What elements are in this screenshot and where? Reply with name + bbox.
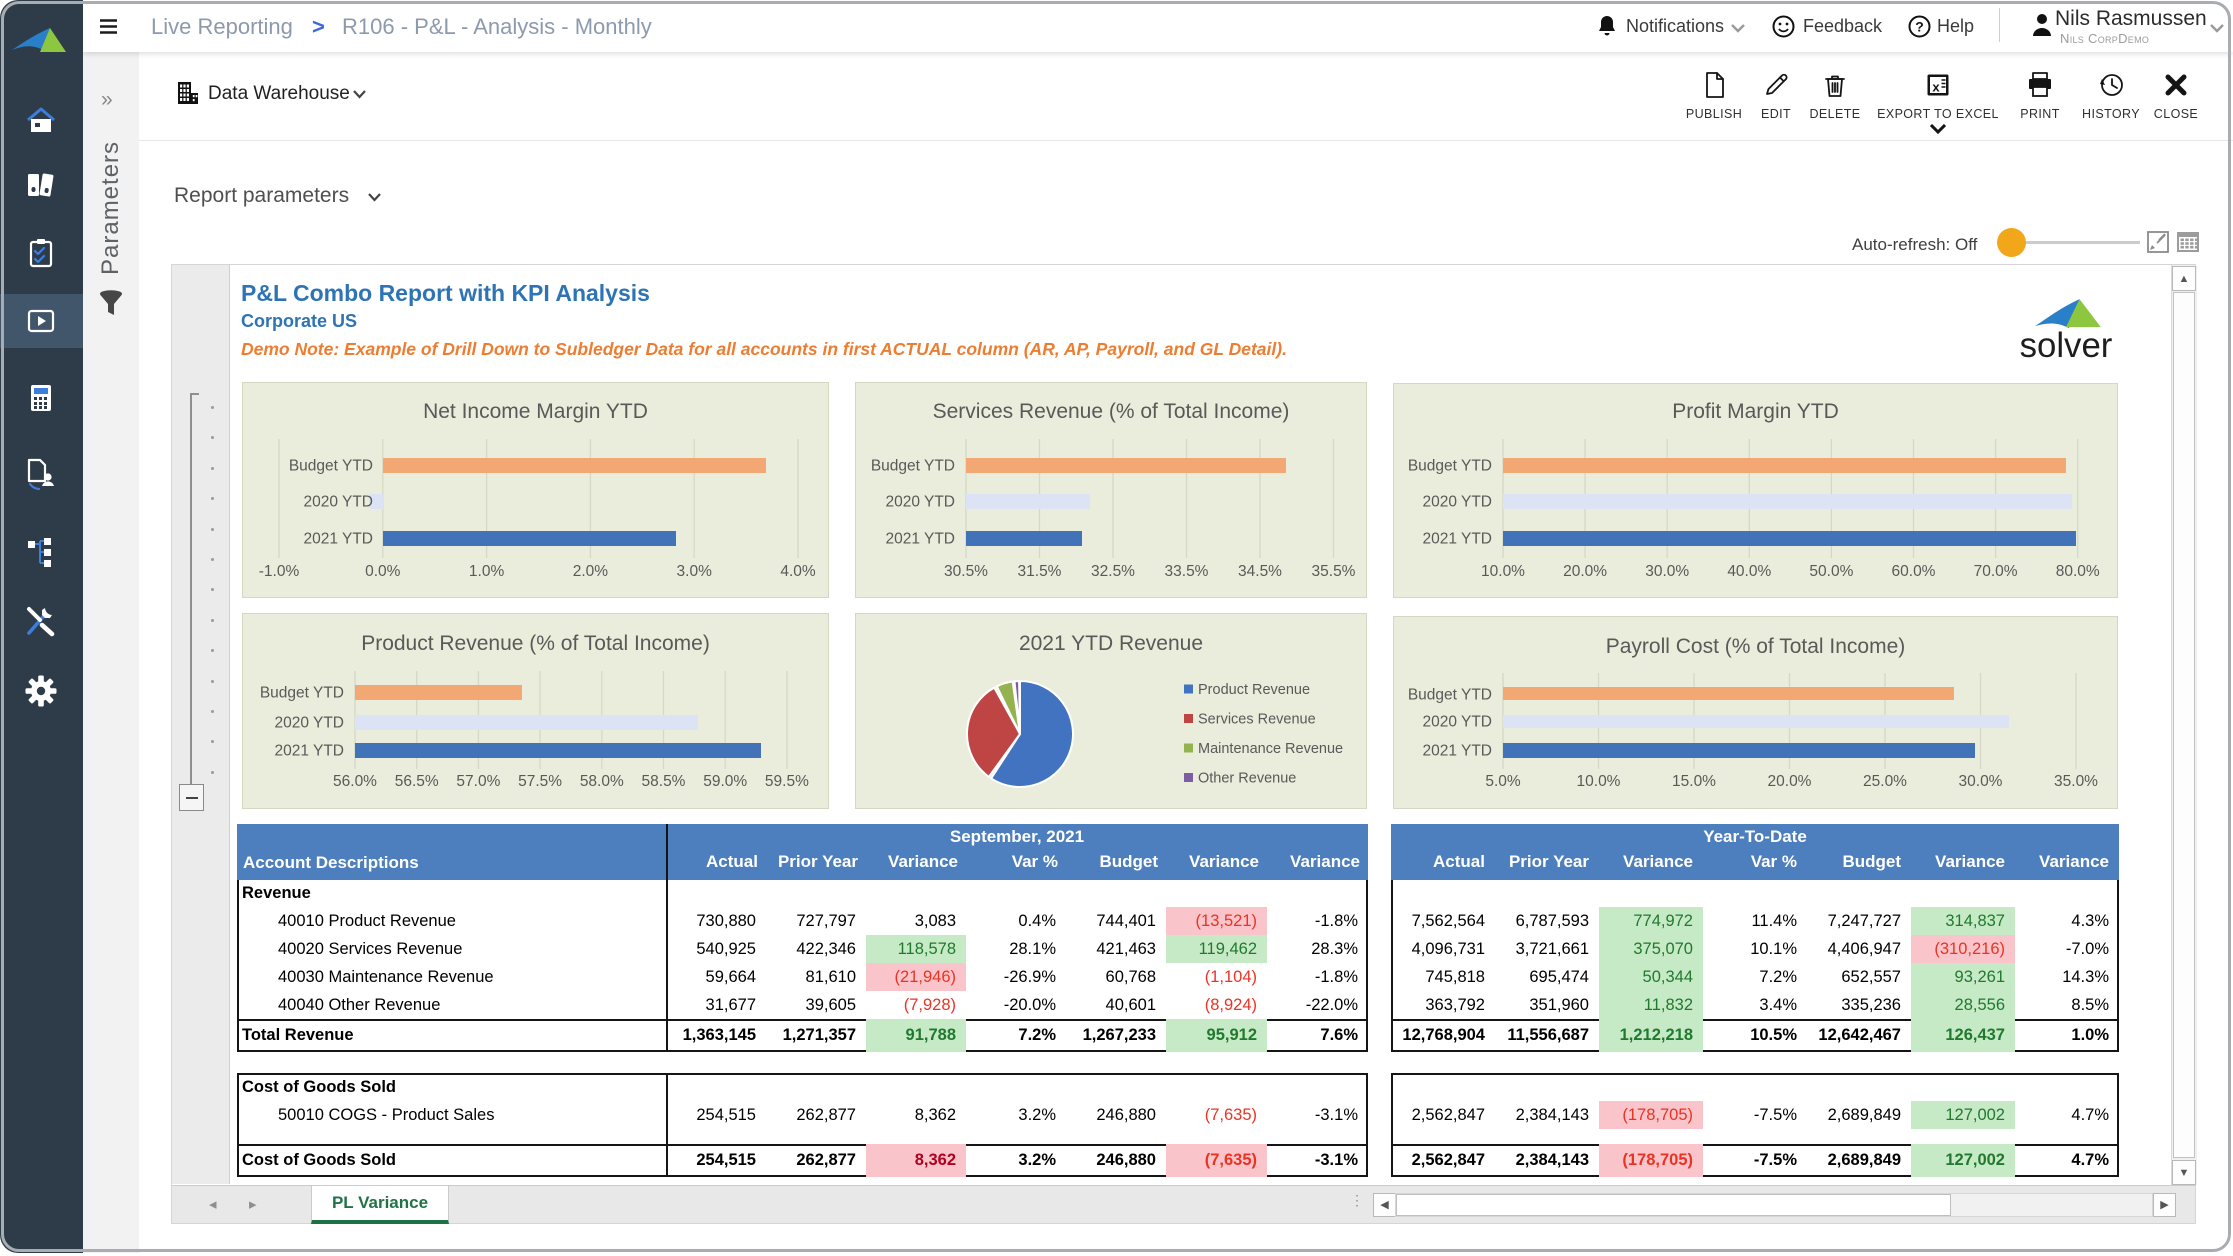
svg-text:2021 YTD: 2021 YTD bbox=[1422, 743, 1492, 760]
svg-text:31.5%: 31.5% bbox=[1018, 563, 1062, 580]
svg-text:2020 YTD: 2020 YTD bbox=[274, 715, 344, 732]
svg-text:Maintenance Revenue: Maintenance Revenue bbox=[1198, 741, 1343, 757]
svg-text:-1.0%: -1.0% bbox=[259, 563, 300, 580]
svg-text:2020 YTD: 2020 YTD bbox=[1422, 714, 1492, 731]
svg-text:solver: solver bbox=[2020, 326, 2113, 365]
svg-text:Budget YTD: Budget YTD bbox=[1408, 458, 1492, 475]
svg-text:2021 YTD: 2021 YTD bbox=[1422, 531, 1492, 548]
svg-text:30.0%: 30.0% bbox=[1959, 773, 2003, 790]
svg-text:33.5%: 33.5% bbox=[1165, 563, 1209, 580]
svg-text:4.0%: 4.0% bbox=[780, 563, 816, 580]
svg-text:58.0%: 58.0% bbox=[580, 773, 624, 790]
svg-text:56.5%: 56.5% bbox=[395, 773, 439, 790]
svg-text:?: ? bbox=[1915, 19, 1924, 35]
svg-text:60.0%: 60.0% bbox=[1892, 563, 1936, 580]
svg-text:40.0%: 40.0% bbox=[1727, 563, 1771, 580]
svg-text:2021 YTD: 2021 YTD bbox=[885, 531, 955, 548]
svg-text:5.0%: 5.0% bbox=[1485, 773, 1521, 790]
svg-text:x: x bbox=[1932, 80, 1940, 95]
svg-text:70.0%: 70.0% bbox=[1974, 563, 2018, 580]
svg-text:0.0%: 0.0% bbox=[365, 563, 401, 580]
svg-text:35.5%: 35.5% bbox=[1312, 563, 1356, 580]
svg-text:10.0%: 10.0% bbox=[1577, 773, 1621, 790]
svg-text:Services Revenue: Services Revenue bbox=[1198, 712, 1316, 728]
svg-text:Budget YTD: Budget YTD bbox=[260, 685, 344, 702]
svg-text:Other Revenue: Other Revenue bbox=[1198, 771, 1296, 787]
svg-text:2021 YTD: 2021 YTD bbox=[274, 743, 344, 760]
svg-text:1.0%: 1.0% bbox=[469, 563, 505, 580]
svg-text:Net Income Margin YTD: Net Income Margin YTD bbox=[423, 400, 648, 423]
svg-text:59.5%: 59.5% bbox=[765, 773, 809, 790]
svg-text:30.5%: 30.5% bbox=[944, 563, 988, 580]
svg-text:Budget YTD: Budget YTD bbox=[1408, 687, 1492, 704]
svg-text:2.0%: 2.0% bbox=[573, 563, 609, 580]
svg-text:58.5%: 58.5% bbox=[642, 773, 686, 790]
svg-text:Budget YTD: Budget YTD bbox=[871, 458, 955, 475]
svg-text:Product Revenue (% of Total In: Product Revenue (% of Total Income) bbox=[361, 632, 710, 655]
svg-text:35.0%: 35.0% bbox=[2054, 773, 2098, 790]
svg-text:Profit Margin YTD: Profit Margin YTD bbox=[1672, 400, 1839, 423]
svg-text:59.0%: 59.0% bbox=[703, 773, 747, 790]
svg-text:2020 YTD: 2020 YTD bbox=[1422, 494, 1492, 511]
svg-text:10.0%: 10.0% bbox=[1481, 563, 1525, 580]
svg-text:Budget YTD: Budget YTD bbox=[289, 458, 373, 475]
svg-text:80.0%: 80.0% bbox=[2056, 563, 2100, 580]
svg-text:32.5%: 32.5% bbox=[1091, 563, 1135, 580]
svg-text:2021 YTD Revenue: 2021 YTD Revenue bbox=[1019, 632, 1203, 655]
svg-text:20.0%: 20.0% bbox=[1563, 563, 1607, 580]
svg-text:30.0%: 30.0% bbox=[1645, 563, 1689, 580]
svg-text:15.0%: 15.0% bbox=[1672, 773, 1716, 790]
svg-text:2020 YTD: 2020 YTD bbox=[303, 494, 373, 511]
svg-text:34.5%: 34.5% bbox=[1238, 563, 1282, 580]
svg-text:57.5%: 57.5% bbox=[518, 773, 562, 790]
svg-text:56.0%: 56.0% bbox=[333, 773, 377, 790]
svg-text:50.0%: 50.0% bbox=[1809, 563, 1853, 580]
svg-text:Payroll Cost (% of Total Incom: Payroll Cost (% of Total Income) bbox=[1606, 635, 1906, 658]
svg-text:Product Revenue: Product Revenue bbox=[1198, 682, 1310, 698]
svg-text:57.0%: 57.0% bbox=[456, 773, 500, 790]
svg-text:3.0%: 3.0% bbox=[677, 563, 713, 580]
svg-text:Services Revenue (% of Total I: Services Revenue (% of Total Income) bbox=[933, 400, 1290, 423]
svg-text:25.0%: 25.0% bbox=[1863, 773, 1907, 790]
svg-text:2021 YTD: 2021 YTD bbox=[303, 531, 373, 548]
svg-text:2020 YTD: 2020 YTD bbox=[885, 494, 955, 511]
svg-text:20.0%: 20.0% bbox=[1768, 773, 1812, 790]
